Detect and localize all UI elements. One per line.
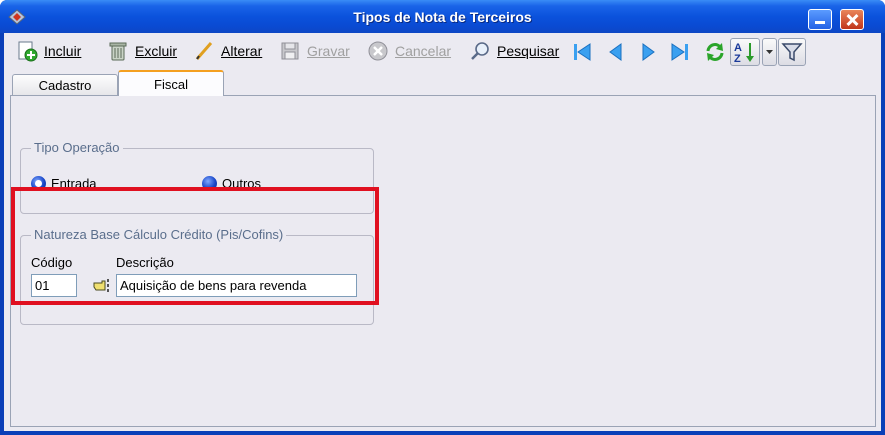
refresh-icon[interactable]	[703, 40, 727, 64]
tipo-operacao-title: Tipo Operação	[31, 140, 123, 155]
minimize-button[interactable]	[808, 9, 832, 30]
tab-fiscal[interactable]: Fiscal	[118, 70, 224, 96]
tab-panel-fiscal: Tipo Operação Entrada Outros Natureza Ba…	[10, 95, 876, 427]
pencil-icon	[195, 42, 213, 60]
cancelar-label: Cancelar	[395, 43, 452, 59]
excluir-button[interactable]: Excluir	[107, 37, 177, 65]
gravar-label: Gravar	[307, 43, 350, 59]
pesquisar-button[interactable]: Pesquisar	[469, 37, 559, 65]
close-button[interactable]	[840, 9, 864, 30]
last-record-icon[interactable]	[668, 41, 690, 63]
tab-cadastro[interactable]: Cadastro	[12, 74, 118, 95]
trash-icon	[109, 42, 127, 61]
title-bar[interactable]: Tipos de Nota de Terceiros	[0, 0, 885, 33]
codigo-input[interactable]	[31, 274, 77, 297]
add-document-icon	[18, 41, 38, 62]
sort-az-icon: A Z	[734, 42, 754, 65]
chevron-down-icon	[766, 50, 773, 54]
radio-unselected-icon	[202, 176, 217, 191]
descricao-input[interactable]	[116, 274, 357, 297]
alterar-button[interactable]: Alterar	[193, 37, 262, 65]
sort-dropdown-button[interactable]	[762, 38, 777, 66]
descricao-label: Descrição	[116, 255, 174, 270]
codigo-label: Código	[31, 255, 73, 270]
toolbar: Incluir Excluir Alterar Gravar Cancelar …	[4, 33, 881, 69]
tipo-operacao-group: Tipo Operação Entrada Outros	[20, 140, 374, 214]
next-record-icon[interactable]	[638, 41, 658, 63]
window-title: Tipos de Nota de Terceiros	[353, 9, 532, 25]
radio-entrada-label: Entrada	[51, 176, 97, 191]
previous-record-icon[interactable]	[606, 41, 626, 63]
gravar-button[interactable]: Gravar	[279, 37, 350, 65]
svg-text:Z: Z	[734, 53, 741, 65]
radio-outros[interactable]: Outros	[202, 176, 261, 191]
natureza-group: Natureza Base Cálculo Crédito (Pis/Cofin…	[20, 227, 374, 325]
save-disk-icon	[281, 42, 299, 60]
search-icon	[471, 42, 489, 60]
sort-button[interactable]: A Z	[730, 38, 760, 66]
incluir-label: Incluir	[44, 43, 82, 59]
radio-selected-icon	[31, 176, 46, 191]
first-record-icon[interactable]	[572, 41, 594, 63]
lookup-hand-icon[interactable]	[93, 277, 113, 293]
app-window: Tipos de Nota de Terceiros Incluir Exclu…	[0, 0, 885, 435]
filter-button[interactable]	[778, 38, 806, 66]
cancelar-button[interactable]: Cancelar	[367, 37, 451, 65]
alterar-label: Alterar	[221, 43, 263, 59]
radio-entrada[interactable]: Entrada	[31, 176, 97, 191]
client-area: Incluir Excluir Alterar Gravar Cancelar …	[4, 33, 881, 431]
incluir-button[interactable]: Incluir	[16, 37, 81, 65]
radio-outros-label: Outros	[222, 176, 262, 191]
excluir-label: Excluir	[135, 43, 178, 59]
filter-funnel-icon	[781, 43, 803, 62]
pesquisar-label: Pesquisar	[497, 43, 560, 59]
natureza-title: Natureza Base Cálculo Crédito (Pis/Cofin…	[31, 227, 287, 242]
cancel-circle-icon	[368, 41, 388, 61]
